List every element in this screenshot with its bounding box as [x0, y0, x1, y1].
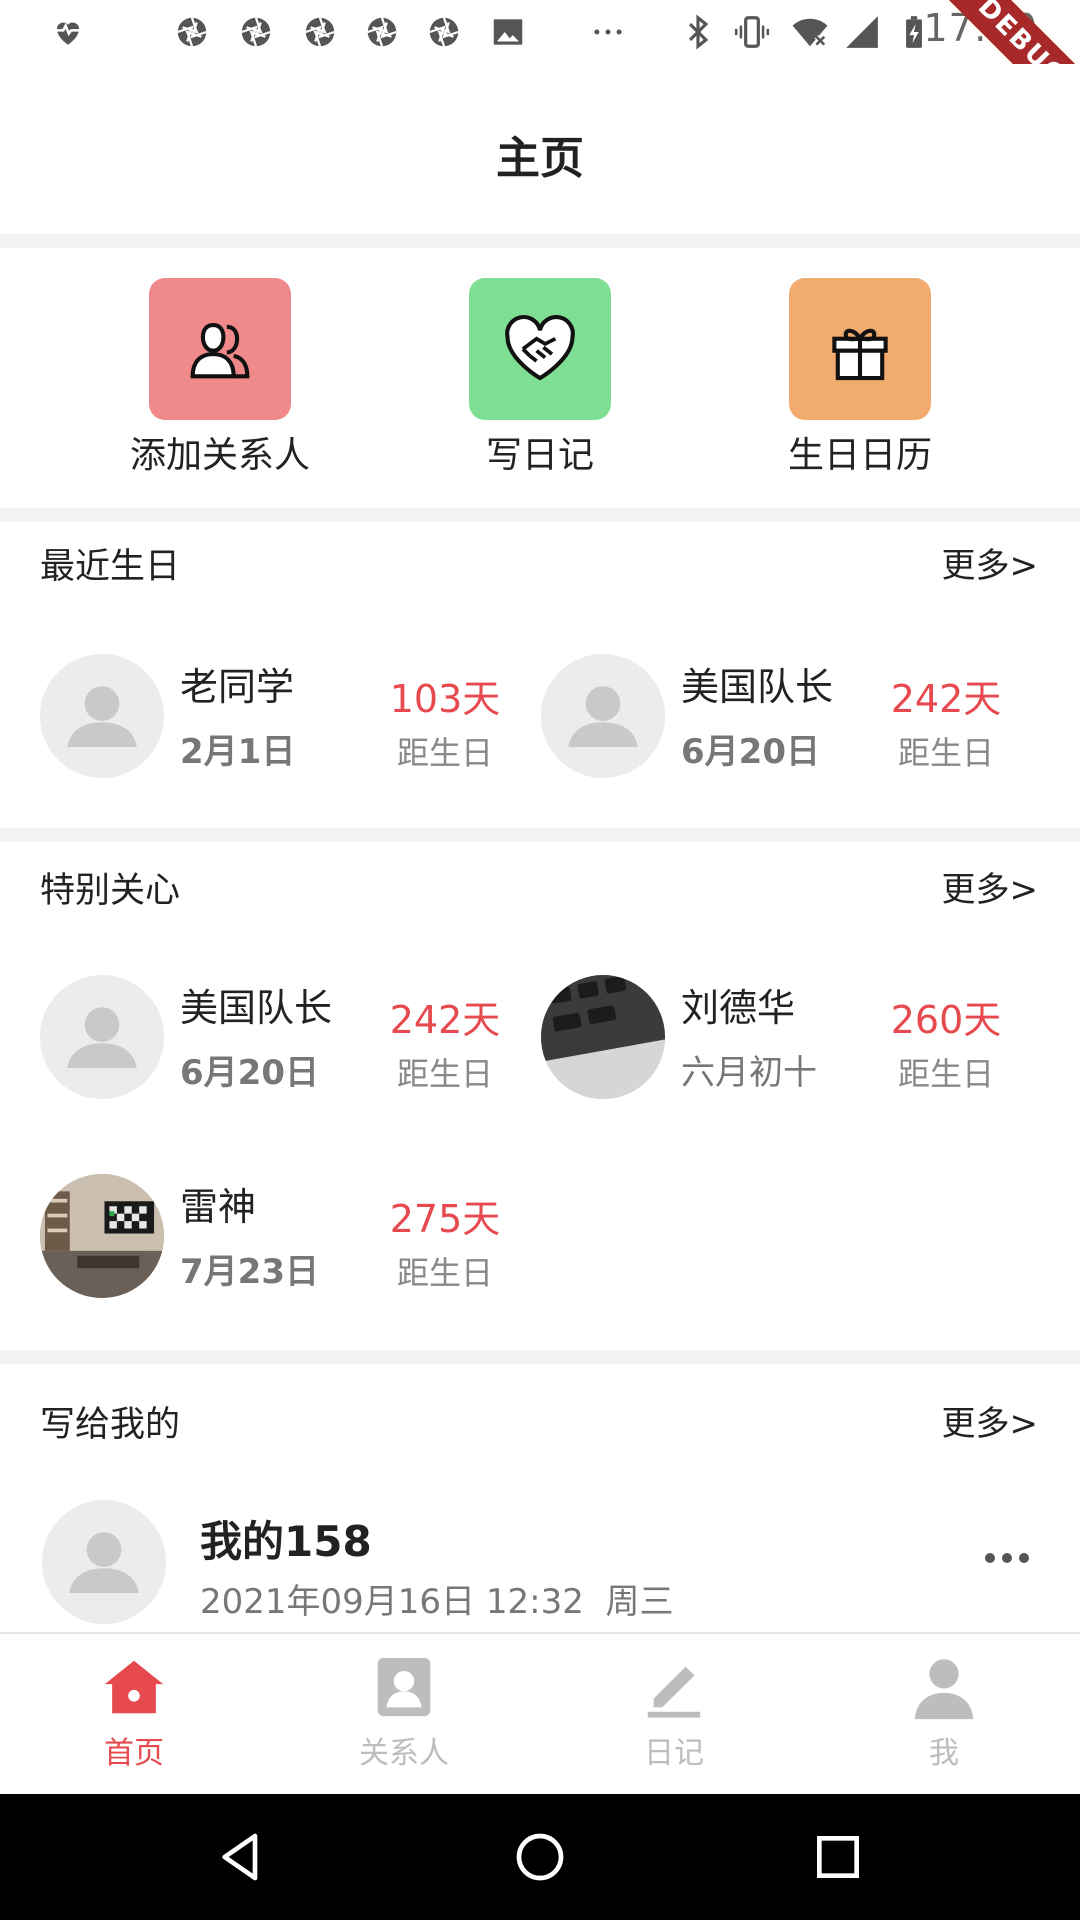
bluetooth-icon [678, 12, 718, 52]
system-navigation-bar [0, 1794, 1080, 1920]
diary-meta: 2021年09月16日 12:32 周三 [200, 1574, 673, 1623]
birthday-date: 6月20日 [681, 732, 820, 772]
days-label: 距生日 [396, 734, 493, 772]
image-icon [488, 12, 528, 52]
cell-signal-icon [842, 12, 882, 52]
nav-diary[interactable]: 日记 [574, 1652, 774, 1772]
birthday-card[interactable]: 美国队长 6月20日 242天 距生日 [541, 654, 1041, 784]
home-icon [104, 1660, 164, 1714]
birthday-date: 2月1日 [180, 732, 296, 772]
nav-contacts-label: 关系人 [359, 1736, 449, 1771]
recents-icon[interactable] [810, 1829, 866, 1885]
default-avatar [541, 654, 665, 778]
days-label: 距生日 [396, 1254, 493, 1292]
contact-name: 刘德华 [681, 986, 796, 1030]
recent-birthdays-more-link[interactable]: 更多> [942, 538, 1039, 587]
aperture-icon [362, 12, 402, 52]
nav-me[interactable]: 我 [844, 1652, 1044, 1772]
special-care-title: 特别关心 [40, 871, 181, 911]
written-to-me-more-link[interactable]: 更多> [942, 1396, 1039, 1445]
birthday-calendar-label: 生日日历 [787, 435, 932, 476]
days-count: 103天 [389, 677, 501, 721]
days-count: 275天 [389, 1197, 501, 1241]
handshake-heart-icon [469, 278, 611, 420]
nav-diary-label: 日记 [644, 1736, 704, 1771]
diary-title: 我的158 [200, 1517, 372, 1566]
days-label: 距生日 [396, 1055, 493, 1093]
more-options-icon[interactable] [982, 1546, 1032, 1570]
default-avatar [40, 975, 164, 1099]
status-bar: 17:40 DEBUG [0, 0, 1080, 143]
back-icon[interactable] [213, 1829, 269, 1885]
birthday-card[interactable]: 老同学 2月1日 103天 距生日 [40, 654, 540, 784]
write-diary-label: 写日记 [485, 435, 594, 476]
birthday-card[interactable]: 雷神 7月23日 275天 距生日 [40, 1174, 540, 1304]
days-label: 距生日 [897, 1055, 994, 1093]
section-divider [0, 508, 1080, 522]
room-photo-avatar [40, 1174, 164, 1298]
section-divider [0, 828, 1080, 842]
nav-me-label: 我 [929, 1736, 959, 1771]
aperture-icon [424, 12, 464, 52]
aperture-icon [300, 12, 340, 52]
pen-icon [647, 1666, 701, 1718]
more-notifications-icon [588, 12, 628, 52]
add-contact-label: 添加关系人 [129, 435, 310, 476]
days-count: 242天 [890, 677, 1002, 721]
heart-pulse-icon [48, 12, 88, 52]
contact-icon [377, 1657, 431, 1717]
aperture-icon [172, 12, 212, 52]
birthday-date: 六月初十 [681, 1053, 817, 1093]
birthday-card[interactable]: 美国队长 6月20日 242天 距生日 [40, 975, 540, 1105]
contact-name: 老同学 [180, 665, 295, 709]
aperture-icon [236, 12, 276, 52]
diary-weekday: 周三 [605, 1582, 674, 1622]
vibrate-icon [732, 12, 772, 52]
section-divider [0, 1350, 1080, 1364]
default-avatar [40, 654, 164, 778]
diary-date: 2021年09月16日 12:32 [200, 1582, 584, 1622]
days-count: 242天 [389, 998, 501, 1042]
app-header: 主页 [0, 64, 1080, 234]
user-icon [914, 1659, 974, 1720]
written-to-me-title: 写给我的 [40, 1405, 181, 1445]
home-circle-icon[interactable] [512, 1829, 568, 1885]
wifi-off-icon [790, 12, 830, 52]
contact-name: 雷神 [180, 1185, 257, 1229]
special-care-more-link[interactable]: 更多> [942, 862, 1039, 911]
birthday-date: 6月20日 [180, 1053, 319, 1093]
contact-name: 美国队长 [681, 665, 834, 709]
birthday-calendar-button[interactable]: 生日日历 [760, 278, 960, 478]
nav-contacts[interactable]: 关系人 [304, 1652, 504, 1772]
nav-home-label: 首页 [104, 1736, 164, 1771]
add-contact-button[interactable]: 添加关系人 [120, 278, 320, 478]
nav-home[interactable]: 首页 [34, 1652, 234, 1772]
days-count: 260天 [890, 998, 1002, 1042]
default-avatar [42, 1500, 166, 1624]
birthday-card[interactable]: 刘德华 六月初十 260天 距生日 [541, 975, 1041, 1105]
section-divider [0, 234, 1080, 248]
people-icon [149, 278, 291, 420]
keyboard-photo-avatar [541, 975, 665, 1099]
page-title: 主页 [496, 133, 584, 184]
days-label: 距生日 [897, 734, 994, 772]
write-diary-button[interactable]: 写日记 [440, 278, 640, 478]
gift-icon [789, 278, 931, 420]
recent-birthdays-title: 最近生日 [40, 547, 181, 587]
birthday-date: 7月23日 [180, 1252, 319, 1292]
bottom-navigation: 首页 关系人 日记 我 [0, 1632, 1080, 1796]
contact-name: 美国队长 [180, 986, 333, 1030]
